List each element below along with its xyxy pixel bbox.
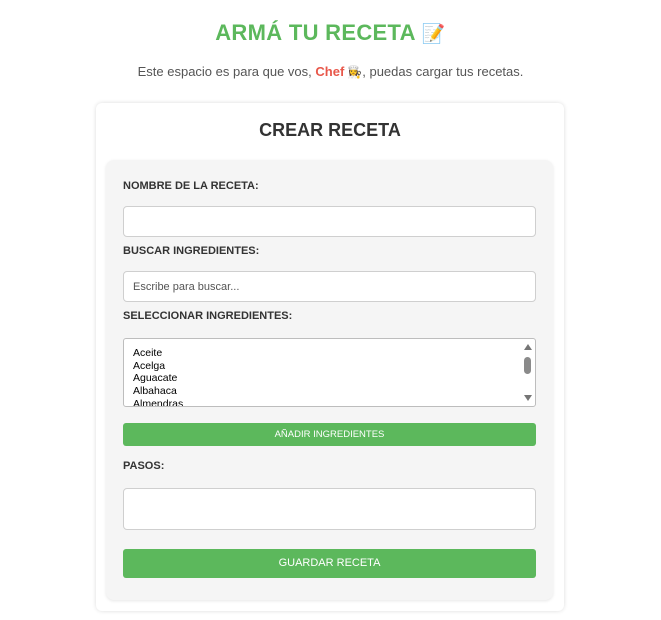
ingredient-option[interactable]: Aguacate — [133, 372, 513, 385]
recipe-name-field — [123, 206, 536, 237]
recipe-form: NOMBRE DE LA RECETA: BUSCAR INGREDIENTES… — [106, 160, 553, 600]
ingredient-option[interactable]: Albahaca — [133, 385, 513, 398]
chef-icon: 👩‍🍳 — [347, 65, 363, 79]
ingredient-option[interactable]: Acelga — [133, 360, 513, 373]
memo-icon: 📝 — [421, 24, 446, 45]
add-ingredients-button[interactable]: AÑADIR INGREDIENTES — [123, 423, 536, 446]
page-title: ARMÁ TU RECETA 📝 — [0, 20, 661, 46]
scroll-up-arrow-icon[interactable] — [524, 344, 532, 350]
ingredients-options: Aceite Acelga Aguacate Albahaca Almendra… — [133, 347, 513, 406]
scroll-thumb[interactable] — [524, 357, 531, 374]
ingredient-option[interactable]: Aceite — [133, 347, 513, 360]
recipe-name-label: NOMBRE DE LA RECETA: — [123, 180, 259, 192]
page-title-text: ARMÁ TU RECETA — [215, 20, 416, 45]
ingredient-option[interactable]: Almendras — [133, 398, 513, 406]
chef-highlight: Chef — [315, 64, 345, 79]
card-title: CREAR RECETA — [259, 120, 401, 140]
save-recipe-button[interactable]: GUARDAR RECETA — [123, 549, 536, 578]
search-ingredients-input[interactable] — [124, 272, 535, 301]
subtitle-text-end: , puedas cargar tus recetas. — [362, 64, 524, 79]
steps-input[interactable] — [124, 489, 535, 529]
page-subtitle: Este espacio es para que vos, Chef 👩‍🍳, p… — [0, 64, 661, 79]
subtitle-text-start: Este espacio es para que vos, — [137, 64, 316, 79]
steps-field — [123, 488, 536, 530]
search-ingredients-field — [123, 271, 536, 302]
steps-label: PASOS: — [123, 460, 165, 472]
scroll-down-arrow-icon[interactable] — [524, 395, 532, 401]
listbox-scrollbar[interactable] — [522, 340, 534, 405]
recipe-name-input[interactable] — [124, 207, 535, 236]
ingredients-listbox[interactable]: Aceite Acelga Aguacate Albahaca Almendra… — [123, 338, 536, 407]
search-ingredients-label: BUSCAR INGREDIENTES: — [123, 245, 260, 257]
create-recipe-card: CREAR RECETA NOMBRE DE LA RECETA: BUSCAR… — [96, 103, 564, 611]
select-ingredients-label: SELECCIONAR INGREDIENTES: — [123, 310, 293, 322]
